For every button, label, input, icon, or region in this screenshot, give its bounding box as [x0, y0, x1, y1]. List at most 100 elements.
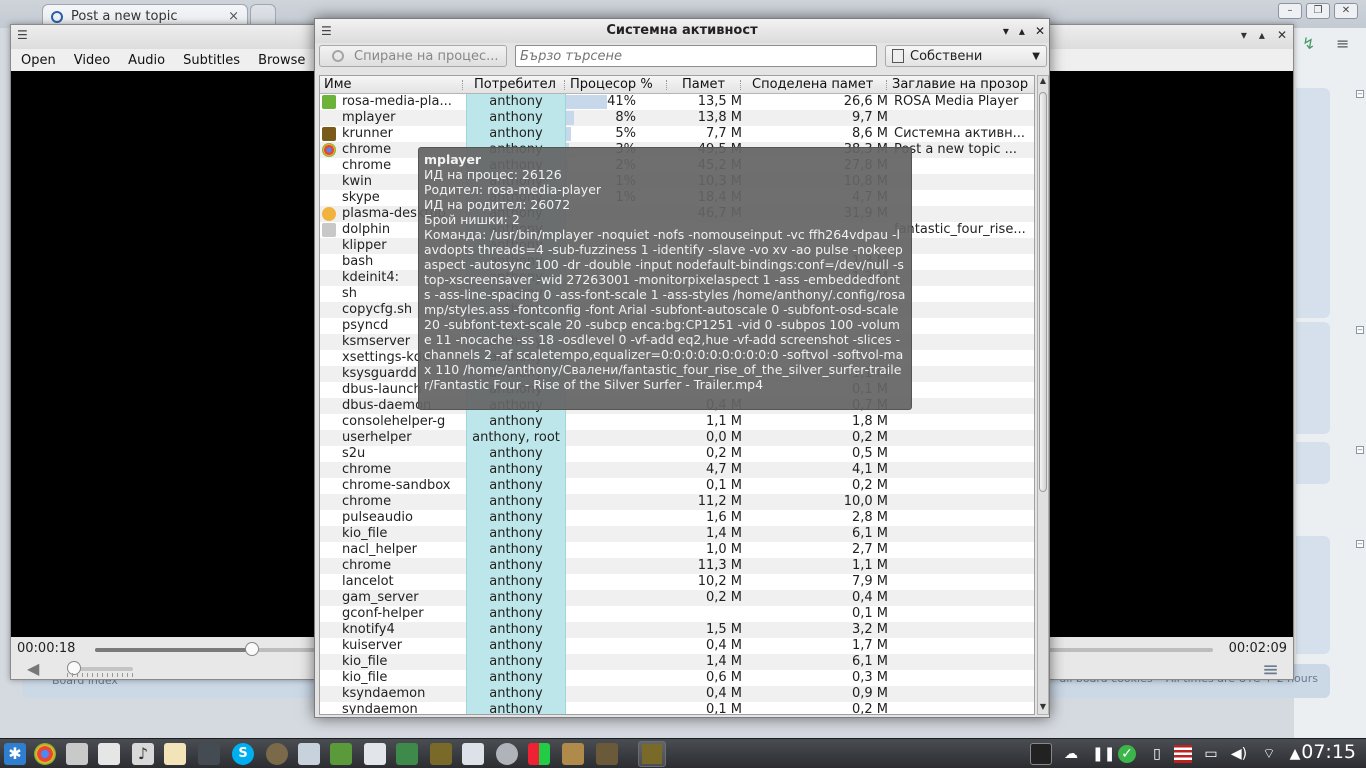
process-row[interactable]: gam_server anthony 0,2 M 0,4 M [320, 590, 1034, 606]
column-header-cpu[interactable]: Процесор % [566, 76, 666, 94]
quick-search-input[interactable] [515, 45, 877, 67]
process-row[interactable]: knotify4 anthony 1,5 M 3,2 M [320, 622, 1034, 638]
music-player-icon[interactable]: ♪ [132, 743, 154, 765]
column-header-user[interactable]: Потребител [470, 76, 566, 94]
volume-icon[interactable]: ◀ [27, 659, 39, 678]
process-row[interactable]: kuiserver anthony 0,4 M 1,7 M [320, 638, 1034, 654]
column-header-shared-memory[interactable]: Споделена памет [748, 76, 890, 94]
scroll-down-icon[interactable]: ▼ [1038, 702, 1048, 714]
task-system-activity[interactable] [638, 741, 666, 767]
collapse-toggle-icon[interactable]: − [1356, 540, 1364, 548]
process-row[interactable]: chrome anthony 11,3 M 1,1 M [320, 558, 1034, 574]
collapse-toggle-icon[interactable]: − [1356, 90, 1364, 98]
playlist-icon[interactable]: ≡ [1262, 659, 1279, 679]
process-name: nacl_helper [342, 542, 417, 557]
minimize-icon[interactable]: ▾ [1241, 28, 1247, 42]
process-row[interactable]: lancelot anthony 10,2 M 7,9 M [320, 574, 1034, 590]
screenshot-icon[interactable] [298, 743, 320, 765]
browser-close-icon[interactable]: ✕ [1334, 3, 1358, 19]
window-menu-icon[interactable]: ☰ [321, 19, 332, 43]
process-row[interactable]: consolehelper-g anthony 1,1 M 1,8 M [320, 414, 1034, 430]
wifi-icon[interactable]: ⌔ [1260, 745, 1278, 763]
kde-launcher-icon[interactable]: ✱ [4, 743, 26, 765]
process-row[interactable]: krunner anthony 5% 7,7 M 8,6 M Системна актив… [320, 126, 1034, 142]
pause-icon[interactable]: ❚❚ [1092, 745, 1115, 763]
text-editor-icon[interactable] [164, 743, 186, 765]
process-row[interactable]: gconf-helper anthony 0,1 M [320, 606, 1034, 622]
disk-tool-icon[interactable] [496, 743, 518, 765]
close-icon[interactable]: ✕ [1035, 19, 1045, 43]
volume-tray-icon[interactable]: ◀) [1230, 745, 1248, 763]
extension-icon[interactable]: ↯ [1302, 34, 1320, 53]
column-header-window-title[interactable]: Заглавие на прозор [888, 76, 1034, 94]
steam-icon[interactable] [198, 743, 220, 765]
process-row[interactable]: nacl_helper anthony 1,0 M 2,7 M [320, 542, 1034, 558]
column-header-name[interactable]: Име [320, 76, 466, 94]
process-row[interactable]: pulseaudio anthony 1,6 M 2,8 M [320, 510, 1034, 526]
process-row[interactable]: chrome anthony 11,2 M 10,0 M [320, 494, 1034, 510]
collapse-toggle-icon[interactable]: − [1356, 326, 1364, 334]
process-shared-memory: 1,8 M [851, 414, 888, 429]
calculator-icon[interactable] [364, 743, 386, 765]
process-table-scrollbar[interactable]: ▲ ▼ [1037, 75, 1049, 715]
process-row[interactable]: chrome-sandbox anthony 0,1 M 0,2 M [320, 478, 1034, 494]
process-row[interactable]: mplayer anthony 8% 13,8 M 9,7 M [320, 110, 1034, 126]
file-manager-icon[interactable] [98, 743, 120, 765]
audio-player-icon[interactable] [266, 743, 288, 765]
browser-restore-icon[interactable]: ❐ [1306, 3, 1330, 19]
browser-menu-icon[interactable]: ≡ [1336, 36, 1354, 52]
terminal-icon[interactable] [1030, 743, 1052, 765]
search-tool-icon[interactable] [462, 743, 484, 765]
process-user: anthony [466, 94, 566, 110]
menu-open[interactable]: Open [21, 53, 56, 68]
menu-subtitles[interactable]: Subtitles [183, 53, 240, 68]
process-row[interactable]: rosa-media-pla... anthony 41% 13,5 M 26,6 M R… [320, 94, 1034, 110]
process-icon-cell [322, 222, 338, 238]
skype-icon[interactable]: S [232, 743, 254, 765]
volume-slider[interactable] [67, 661, 133, 675]
image-viewer-icon[interactable] [596, 743, 618, 765]
media-player-task-icon[interactable] [396, 743, 418, 765]
process-memory: 7,7 M [705, 126, 742, 141]
process-icon-cell [322, 190, 338, 206]
system-activity-titlebar[interactable]: ☰ Системна активност ▾ ▴ ✕ [315, 19, 1049, 43]
maximize-icon[interactable]: ▴ [1019, 19, 1025, 43]
process-memory: 1,5 M [705, 622, 742, 637]
scroll-up-icon[interactable]: ▲ [1038, 76, 1048, 88]
clock[interactable]: 07:15 [1301, 741, 1356, 763]
process-row[interactable]: userhelper anthony, root 0,0 M 0,2 M [320, 430, 1034, 446]
kill-process-button[interactable]: Спиране на процес... [319, 45, 507, 67]
seek-handle[interactable] [244, 642, 259, 656]
video-player-icon[interactable] [330, 743, 352, 765]
process-icon-cell [322, 590, 338, 606]
menu-audio[interactable]: Audio [128, 53, 165, 68]
minimize-icon[interactable]: ▾ [1003, 19, 1009, 43]
browser-minimize-icon[interactable]: – [1278, 3, 1302, 19]
process-filter-select[interactable]: Собствени ▼ [885, 45, 1047, 67]
process-row[interactable]: syndaemon anthony 0,1 M 0,2 M [320, 702, 1034, 714]
system-monitor-icon[interactable] [430, 743, 452, 765]
menu-browse[interactable]: Browse [258, 53, 305, 68]
updates-ok-icon[interactable]: ✓ [1118, 745, 1136, 763]
keyboard-layout-flag-icon[interactable] [1174, 745, 1192, 763]
close-icon[interactable]: ✕ [1277, 28, 1287, 42]
process-row[interactable]: chrome anthony 4,7 M 4,1 M [320, 462, 1034, 478]
process-row[interactable]: ksyndaemon anthony 0,4 M 0,9 M [320, 686, 1034, 702]
clipboard-icon[interactable]: ▯ [1148, 745, 1166, 763]
archive-icon[interactable] [562, 743, 584, 765]
menu-video[interactable]: Video [74, 53, 110, 68]
window-menu-icon[interactable]: ☰ [17, 28, 28, 42]
process-row[interactable]: kio_file anthony 1,4 M 6,1 M [320, 654, 1034, 670]
maximize-icon[interactable]: ▴ [1259, 28, 1265, 42]
collapse-toggle-icon[interactable]: − [1356, 446, 1364, 454]
chrome-launcher-icon[interactable] [34, 743, 56, 765]
weather-icon[interactable]: ☁ [1062, 745, 1080, 763]
process-row[interactable]: kio_file anthony 1,4 M 6,1 M [320, 526, 1034, 542]
scrollbar-thumb[interactable] [1039, 92, 1047, 492]
process-row[interactable]: kio_file anthony 0,6 M 0,3 M [320, 670, 1034, 686]
tab-close-icon[interactable]: × [228, 9, 239, 24]
control-center-icon[interactable] [66, 743, 88, 765]
games-icon[interactable] [528, 743, 550, 765]
battery-icon[interactable]: ▭ [1202, 745, 1220, 763]
process-row[interactable]: s2u anthony 0,2 M 0,5 M [320, 446, 1034, 462]
